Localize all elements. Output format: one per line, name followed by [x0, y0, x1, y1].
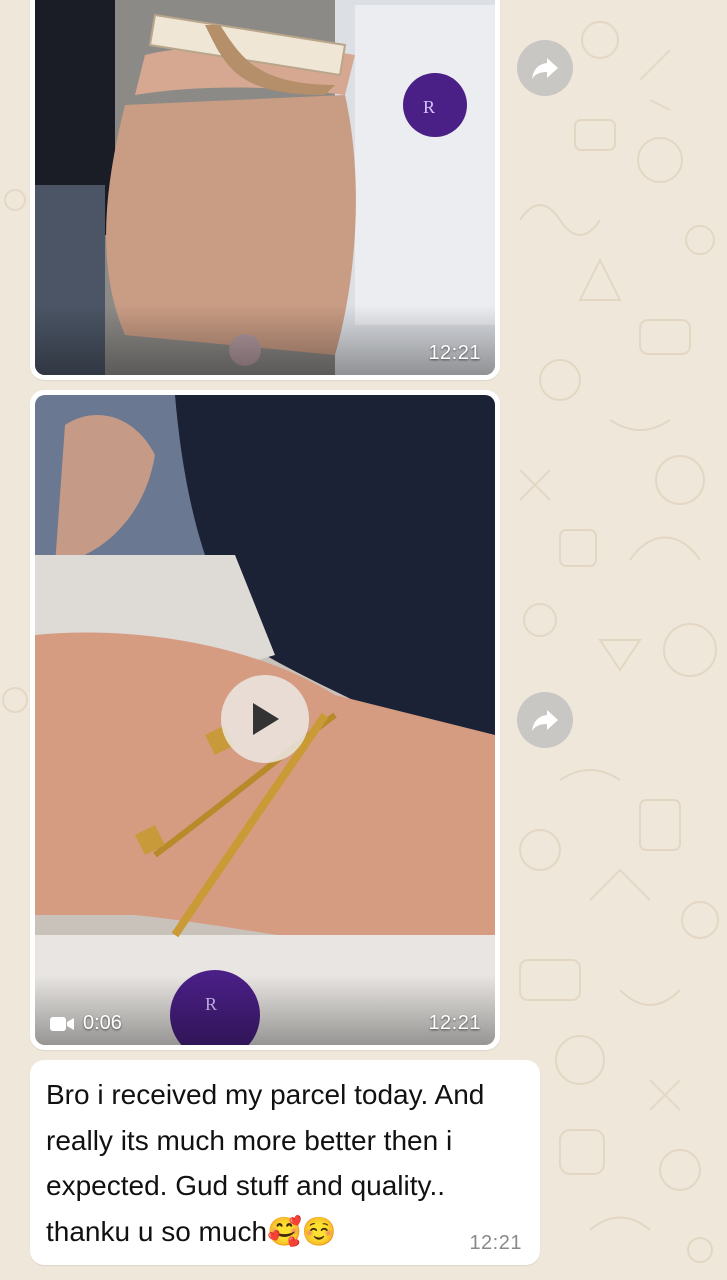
video-duration: 0:06: [49, 1012, 122, 1035]
image-thumbnail[interactable]: R 12:21: [35, 0, 495, 375]
message-timestamp: 12:21: [428, 342, 481, 364]
text-message[interactable]: Bro i received my parcel today. And real…: [30, 1060, 540, 1265]
play-icon: [253, 703, 279, 735]
play-button[interactable]: [221, 675, 309, 763]
forward-button[interactable]: [517, 692, 573, 748]
svg-text:R: R: [423, 97, 435, 117]
message-body: Bro i received my parcel today. And real…: [46, 1079, 493, 1247]
video-thumbnail[interactable]: R 0:06 12:21: [35, 395, 495, 1045]
forward-button[interactable]: [517, 40, 573, 96]
bottom-edge: [0, 1272, 727, 1280]
video-message[interactable]: R 0:06 12:21: [30, 390, 500, 1050]
video-duration-text: 0:06: [83, 1012, 122, 1034]
image-message[interactable]: R 12:21: [30, 0, 500, 380]
forward-arrow-icon: [532, 710, 558, 731]
message-timestamp: 12:21: [428, 1012, 481, 1034]
video-camera-icon: [50, 1016, 74, 1031]
forward-arrow-icon: [532, 58, 558, 79]
message-timestamp: 12:21: [469, 1232, 522, 1254]
image-shade: [35, 305, 495, 375]
